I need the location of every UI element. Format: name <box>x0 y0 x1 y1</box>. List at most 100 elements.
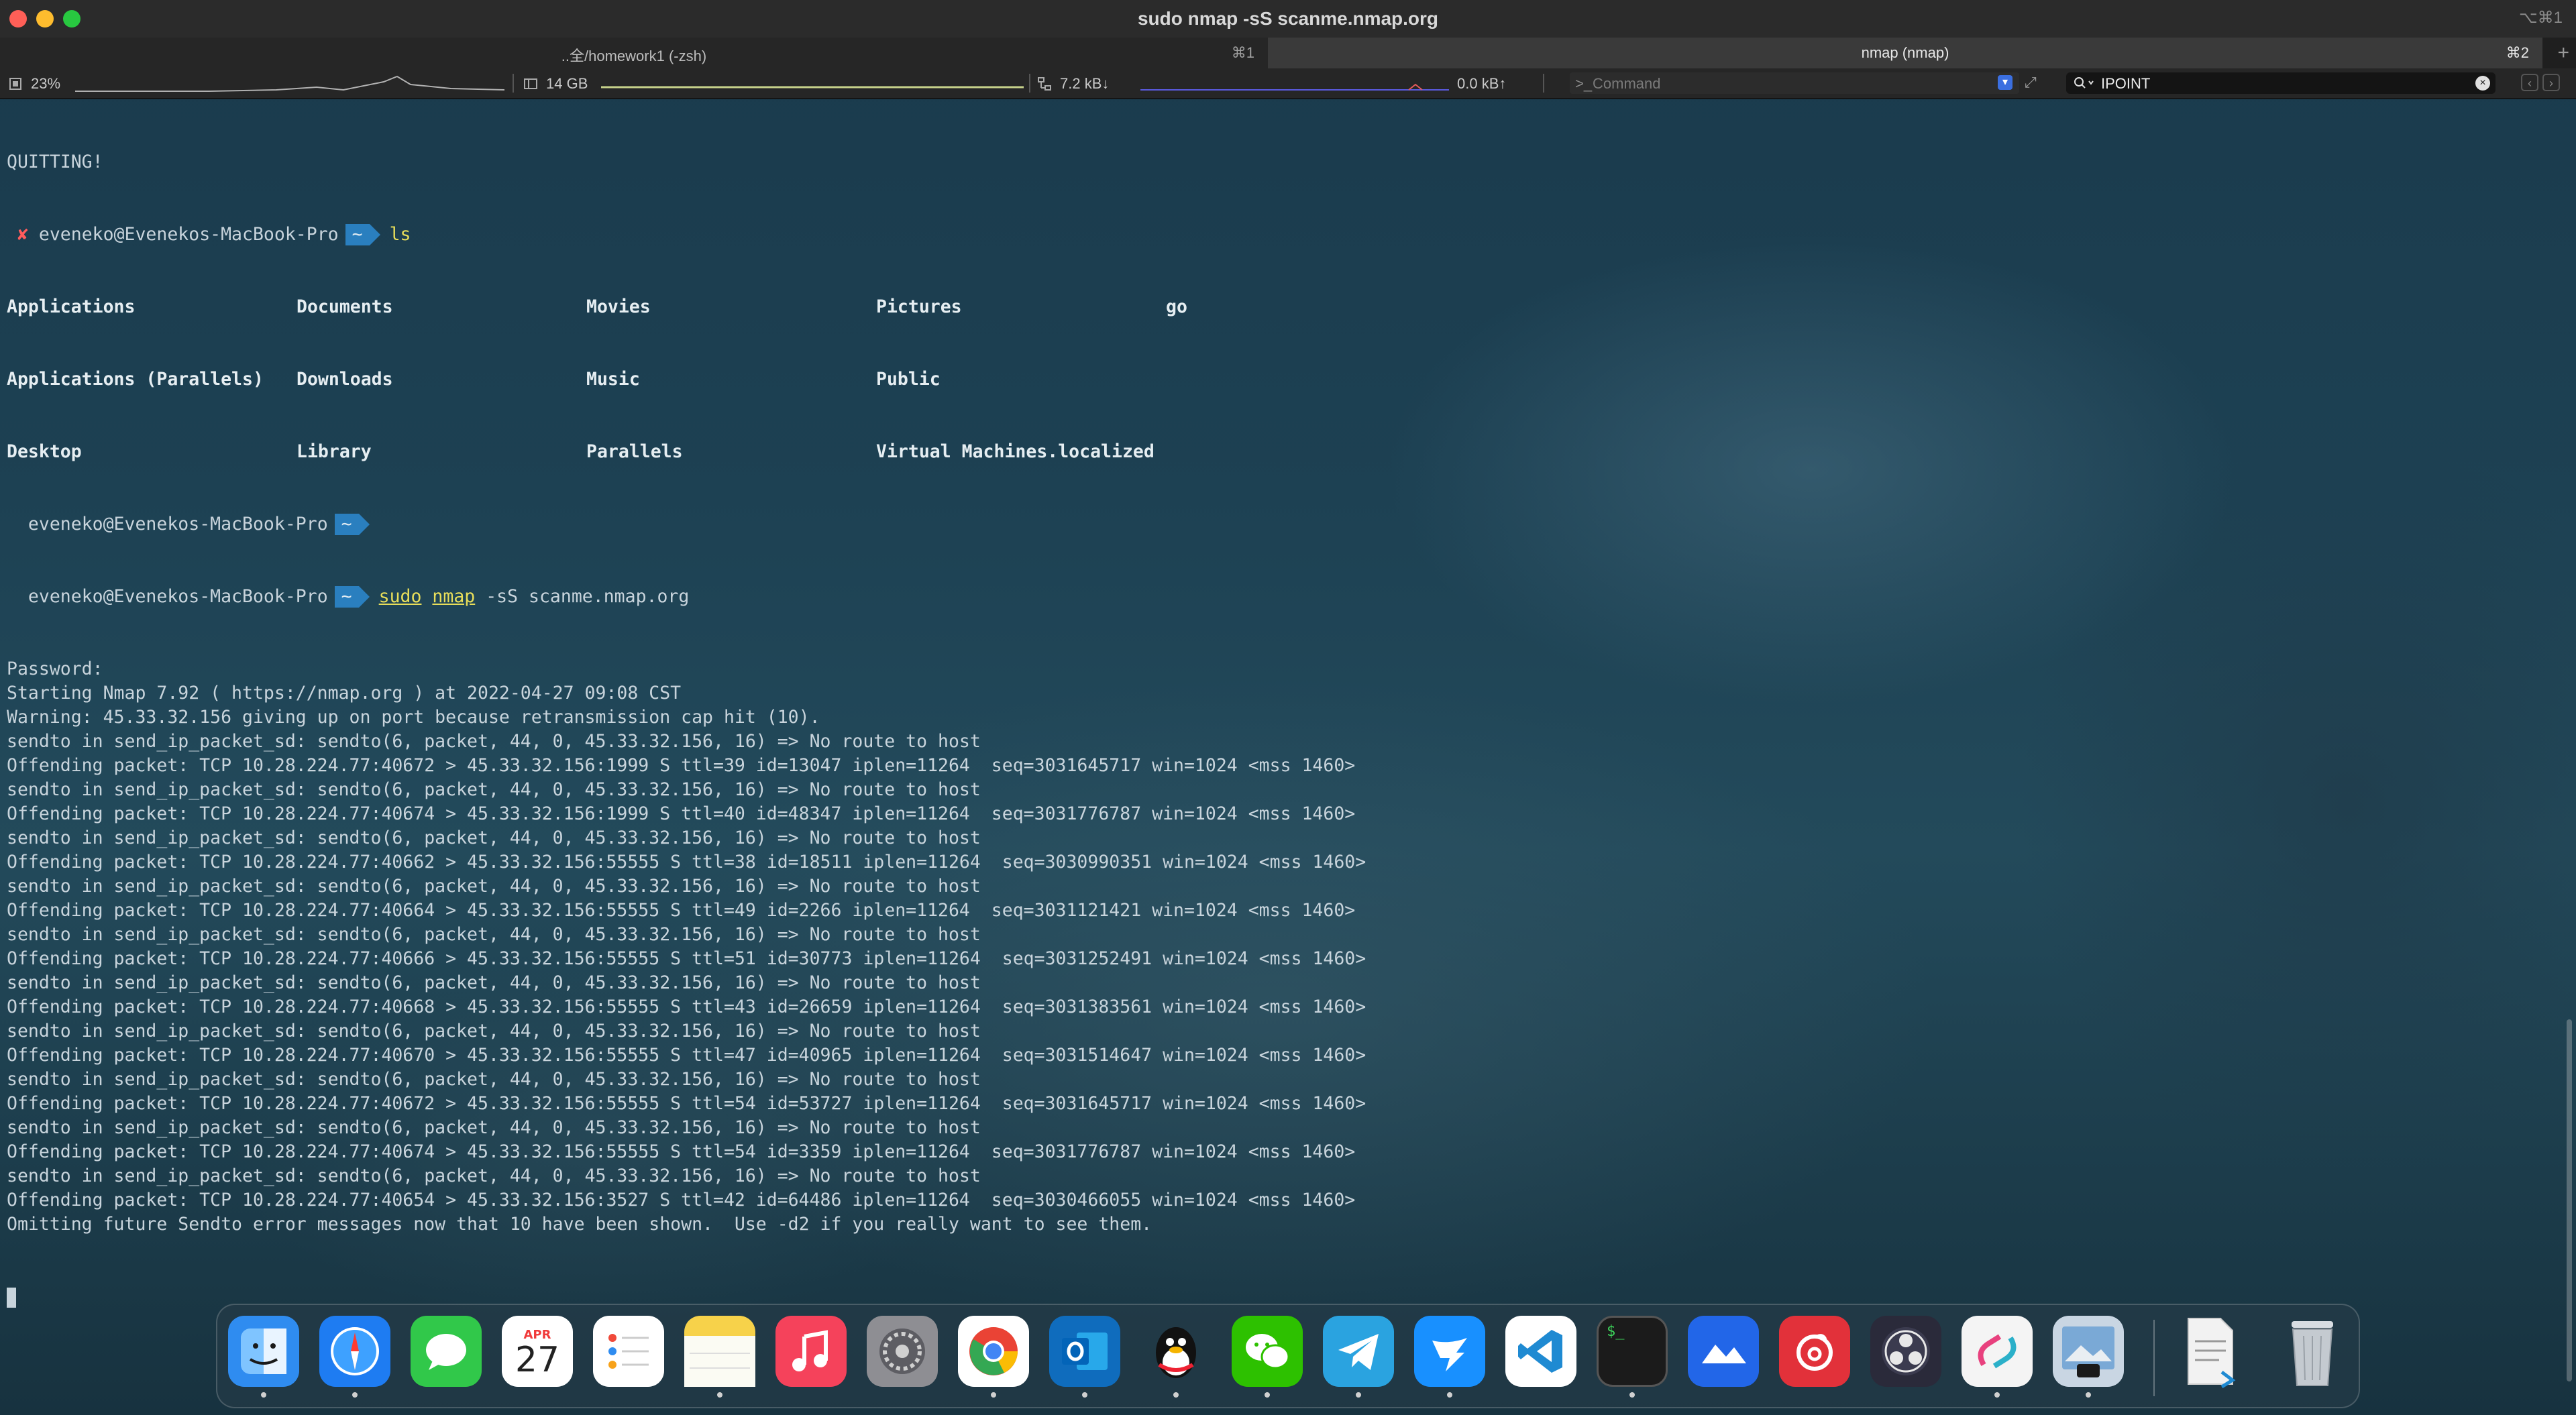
running-indicator <box>1994 1392 2000 1398</box>
netease-music-icon[interactable] <box>1779 1316 1850 1387</box>
text-cursor <box>7 1287 16 1308</box>
preview-icon[interactable] <box>2053 1316 2124 1387</box>
new-tab-button[interactable]: + <box>2557 42 2569 64</box>
terminal-line: Offending packet: TCP 10.28.224.77:40672… <box>7 1093 1366 1114</box>
running-indicator <box>352 1392 358 1398</box>
status-bar: 23% 14 GB 7.2 kB↓ 0.0 kB↑ >_ Command ▾ ⤢… <box>0 68 2576 99</box>
ls-row: Applications (Parallels) Downloads Music Pu… <box>7 367 2556 392</box>
chevron-down-icon[interactable]: ▾ <box>1998 75 2012 90</box>
safari-icon[interactable] <box>319 1316 390 1387</box>
dingtalk-icon[interactable] <box>1414 1316 1485 1387</box>
terminal-line: Starting Nmap 7.92 ( https://nmap.org ) … <box>7 683 682 703</box>
terminal-line: Offending packet: TCP 10.28.224.77:40666… <box>7 948 1366 969</box>
command-placeholder: Command <box>1593 75 1661 92</box>
running-indicator <box>1173 1392 1179 1398</box>
calendar-day: 27 <box>515 1339 560 1380</box>
terminal-line: Offending packet: TCP 10.28.224.77:40662… <box>7 852 1366 872</box>
terminal-glyph: $_ <box>1607 1323 1625 1340</box>
terminal-line: Omitting future Sendto error messages no… <box>7 1214 1152 1235</box>
divider <box>513 74 514 93</box>
network-down: 7.2 kB↓ <box>1060 75 1110 92</box>
search-input[interactable]: IPOINT × <box>2066 72 2496 94</box>
running-indicator <box>1265 1392 1270 1398</box>
terminal-output[interactable]: QUITTING! ✘ eveneko@Evenekos-MacBook-Pro… <box>7 102 2556 1333</box>
terminal-line: sendto in send_ip_packet_sd: sendto(6, p… <box>7 1166 981 1186</box>
obs-icon[interactable] <box>1870 1316 1941 1387</box>
chrome-icon[interactable] <box>958 1316 1029 1387</box>
notes-icon[interactable] <box>684 1316 755 1387</box>
terminal-line: sendto in send_ip_packet_sd: sendto(6, p… <box>7 1117 981 1138</box>
running-indicator <box>2086 1392 2091 1398</box>
ls-entry: go <box>1166 296 1187 317</box>
memory-usage: 14 GB <box>546 75 588 92</box>
ls-entry: Library <box>297 441 372 462</box>
window-titlebar: sudo nmap -sS scanme.nmap.org ⌥⌘1 <box>0 0 2576 39</box>
prompt-line: eveneko@Evenekos-MacBook-Pro ~ <box>7 512 2556 536</box>
cpu-icon <box>9 78 21 90</box>
ls-entry: Documents <box>297 296 393 317</box>
terminal-icon[interactable]: $_ <box>1597 1316 1668 1387</box>
finder-icon[interactable] <box>228 1316 299 1387</box>
terminal-line: sendto in send_ip_packet_sd: sendto(6, p… <box>7 779 981 800</box>
clear-search-icon[interactable]: × <box>2475 76 2490 91</box>
trash-icon[interactable] <box>2277 1316 2348 1387</box>
terminal-line: Offending packet: TCP 10.28.224.77:40654… <box>7 1190 1356 1210</box>
prompt-line: eveneko@Evenekos-MacBook-Pro ~ sudo nmap -… <box>7 585 2556 609</box>
prompt-dir: ~ <box>334 586 370 608</box>
search-previous-button[interactable]: ‹ <box>2521 74 2538 91</box>
tab-zsh[interactable]: ..全/homework1 (-zsh) ⌘1 <box>0 38 1268 68</box>
outlook-icon[interactable] <box>1049 1316 1120 1387</box>
cpu-graph <box>75 75 504 92</box>
ls-entry: Music <box>586 369 640 390</box>
ls-entry: Pictures <box>876 296 962 317</box>
tab-nmap[interactable]: nmap (nmap) ⌘2 <box>1268 38 2542 68</box>
ls-entry: Virtual Machines.localized <box>876 441 1155 462</box>
lark-icon[interactable] <box>1688 1316 1759 1387</box>
ls-entry: Movies <box>586 296 651 317</box>
cpu-usage: 23% <box>31 75 61 92</box>
ls-entry: Downloads <box>297 369 393 390</box>
network-up: 0.0 kB↑ <box>1457 75 1507 92</box>
link-app-icon[interactable] <box>1962 1316 2033 1387</box>
window-title: sudo nmap -sS scanme.nmap.org <box>1137 8 1439 29</box>
ls-entry: Desktop <box>7 441 82 462</box>
terminal-line: Offending packet: TCP 10.28.224.77:40670… <box>7 1045 1366 1066</box>
document-icon[interactable] <box>2174 1316 2245 1388</box>
running-indicator <box>717 1392 722 1398</box>
calendar-icon[interactable]: APR 27 <box>502 1316 573 1387</box>
tab-shortcut: ⌘1 <box>1231 44 1254 61</box>
terminal-line: Warning: 45.33.32.156 giving up on port … <box>7 707 820 728</box>
tab-label: ..全/homework1 (-zsh) <box>561 48 707 64</box>
terminal-line: sendto in send_ip_packet_sd: sendto(6, p… <box>7 1021 981 1041</box>
terminal-line: Offending packet: TCP 10.28.224.77:40674… <box>7 803 1356 824</box>
scrollbar[interactable] <box>2567 1019 2572 1381</box>
search-next-button[interactable]: › <box>2542 74 2560 91</box>
system-preferences-icon[interactable] <box>867 1316 938 1387</box>
running-indicator <box>991 1392 996 1398</box>
ls-entry: Applications (Parallels) <box>7 369 264 390</box>
terminal-line: sendto in send_ip_packet_sd: sendto(6, p… <box>7 972 981 993</box>
prompt-user: eveneko@Evenekos-MacBook-Pro <box>28 514 328 534</box>
terminal-line: Offending packet: TCP 10.28.224.77:40664… <box>7 900 1356 921</box>
tab-bar: ..全/homework1 (-zsh) ⌘1 nmap (nmap) ⌘2 + <box>0 38 2576 70</box>
memory-icon <box>524 78 537 89</box>
running-indicator <box>1356 1392 1361 1398</box>
expand-icon[interactable]: ⤢ <box>2025 74 2037 91</box>
qq-icon[interactable] <box>1140 1316 1212 1387</box>
wechat-icon[interactable] <box>1232 1316 1303 1387</box>
reminders-icon[interactable] <box>593 1316 664 1387</box>
running-indicator <box>1629 1392 1635 1398</box>
terminal-line: sendto in send_ip_packet_sd: sendto(6, p… <box>7 924 981 945</box>
telegram-icon[interactable] <box>1323 1316 1394 1387</box>
messages-icon[interactable] <box>411 1316 482 1387</box>
prompt-line: ✘ eveneko@Evenekos-MacBook-Pro ~ ls <box>7 223 2556 247</box>
terminal-line: sendto in send_ip_packet_sd: sendto(6, p… <box>7 1069 981 1090</box>
terminal-line: Password: <box>7 659 103 679</box>
tab-shortcut: ⌘2 <box>2506 44 2529 61</box>
command-input[interactable]: >_ Command <box>1570 72 2019 94</box>
dock-divider <box>2153 1320 2155 1396</box>
vscode-icon[interactable] <box>1505 1316 1576 1387</box>
window-shortcut: ⌥⌘1 <box>2518 9 2563 27</box>
ls-row: Applications Documents Movies Pictures go <box>7 295 2556 319</box>
music-icon[interactable] <box>775 1316 847 1387</box>
